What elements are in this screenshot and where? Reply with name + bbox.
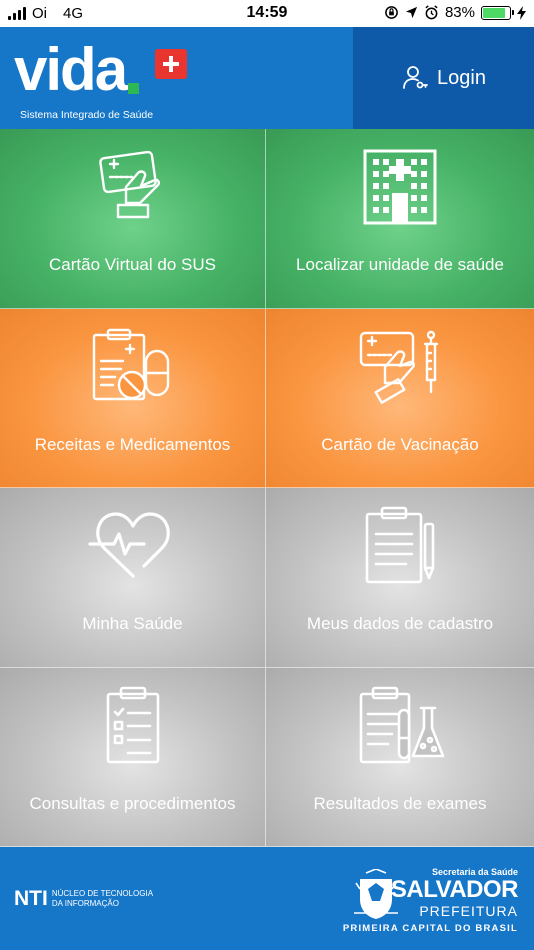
- menu-tile-label: Cartão de Vacinação: [321, 434, 479, 454]
- logo-tagline: Sistema Integrado de Saúde: [20, 109, 154, 121]
- vida-logo: vida Sistema Integrado de Saúde: [14, 36, 194, 121]
- city-name: SALVADOR: [390, 876, 519, 903]
- clipboard-pen-icon: [266, 506, 534, 586]
- menu-tile-meus-dados[interactable]: Meus dados de cadastro: [266, 488, 534, 668]
- menu-tile-label: Meus dados de cadastro: [306, 614, 494, 633]
- menu-tile-cartao-sus[interactable]: Cartão Virtual do SUS: [0, 129, 266, 309]
- charging-bolt-icon: [517, 5, 526, 20]
- menu-tile-consultas[interactable]: Consultas e procedimentos: [0, 667, 266, 847]
- battery-icon: [481, 5, 514, 20]
- menu-tile-label: Receitas e Medicamentos: [34, 434, 231, 454]
- menu-tile-label: Localizar unidade de saúde: [296, 255, 504, 274]
- status-bar: Oi 4G 14:59 83%: [0, 0, 534, 27]
- rotation-lock-icon: [385, 6, 398, 19]
- menu-tile-minha-saude[interactable]: Minha Saúde: [0, 488, 266, 668]
- prescription-pills-icon: [0, 327, 265, 407]
- location-arrow-icon: [405, 6, 418, 19]
- logo-word: vida: [14, 36, 128, 103]
- menu-tile-label: Consultas e procedimentos: [29, 793, 236, 813]
- nti-logo: NTI NÚCLEO DE TECNOLOGIA DA INFORMAÇÃO: [14, 887, 153, 911]
- nti-acronym: NTI: [14, 887, 48, 910]
- menu-tile-label: Cartão Virtual do SUS: [49, 255, 216, 274]
- hospital-building-icon: [266, 147, 534, 227]
- alarm-clock-icon: [425, 5, 438, 20]
- nti-line-1: NÚCLEO DE TECNOLOGIA: [51, 889, 154, 898]
- status-right: 83%: [384, 4, 526, 21]
- login-button[interactable]: Login: [353, 27, 534, 129]
- slogan-label: PRIMEIRA CAPITAL DO BRASIL: [342, 923, 518, 934]
- prefeitura-label: PREFEITURA: [419, 903, 518, 919]
- heart-pulse-icon: [0, 506, 265, 586]
- medical-cross-icon: [155, 49, 187, 79]
- menu-tile-label: Resultados de exames: [313, 793, 487, 813]
- nti-line-2: DA INFORMAÇÃO: [51, 899, 119, 908]
- card-hand-icon: [0, 147, 265, 227]
- menu-tile-resultados[interactable]: Resultados de exames: [266, 667, 534, 847]
- menu-tile-localizar-unidade[interactable]: Localizar unidade de saúde: [266, 129, 534, 309]
- salvador-logo: Secretaria da Saúde SALVADOR PREFEITURA …: [342, 867, 519, 934]
- menu-tile-cartao-vacinacao[interactable]: Cartão de Vacinação: [266, 308, 534, 488]
- clipboard-checklist-icon: [0, 686, 265, 766]
- menu-tile-label: Minha Saúde: [82, 614, 183, 633]
- user-key-icon: [403, 66, 428, 89]
- clipboard-lab-icon: [266, 686, 534, 766]
- menu-tile-receitas[interactable]: Receitas e Medicamentos: [0, 308, 266, 488]
- logo-dot: [128, 83, 139, 94]
- app-footer: NTI NÚCLEO DE TECNOLOGIA DA INFORMAÇÃO S…: [0, 847, 534, 950]
- menu-grid: Cartão Virtual do SUS Localizar unidade …: [0, 129, 534, 847]
- battery-percent: 83%: [444, 4, 475, 21]
- vaccine-card-icon: [266, 327, 534, 407]
- app-header: vida Sistema Integrado de Saúde Login: [0, 27, 534, 129]
- login-label: Login: [437, 66, 486, 89]
